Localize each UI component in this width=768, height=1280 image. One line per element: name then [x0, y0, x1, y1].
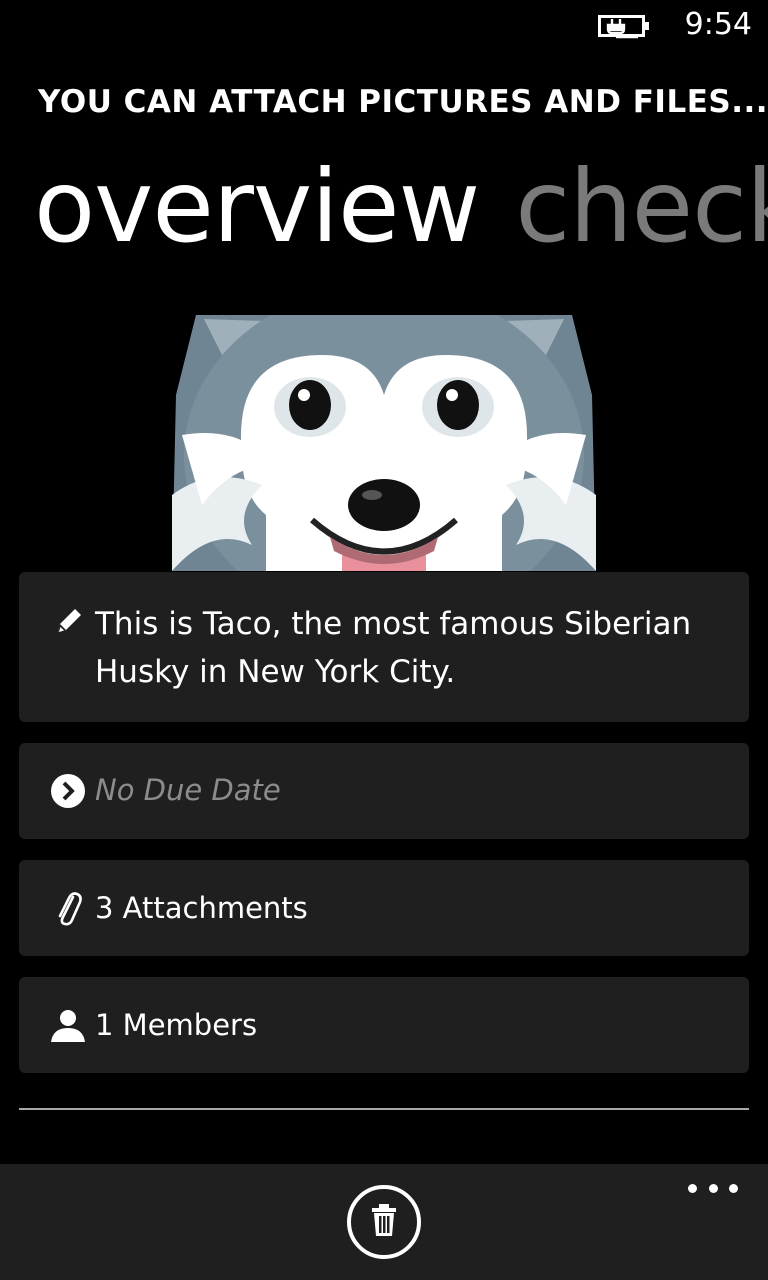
person-icon	[51, 1010, 85, 1042]
due-date-text: No Due Date	[95, 773, 281, 807]
more-options-button[interactable]	[688, 1176, 738, 1200]
members-text: 1 Members	[95, 1008, 258, 1042]
description-text: This is Taco, the most famous Siberian H…	[95, 606, 692, 690]
members-card[interactable]: 1 Members	[19, 977, 749, 1073]
attachments-card[interactable]: 3 Attachments	[19, 860, 749, 956]
status-bar: 9:54	[0, 0, 768, 50]
pivot-tab-overview[interactable]: overview	[34, 152, 480, 262]
trash-icon	[372, 1204, 396, 1236]
description-card[interactable]: This is Taco, the most famous Siberian H…	[19, 572, 749, 722]
delete-button[interactable]	[346, 1184, 422, 1260]
attachments-text: 3 Attachments	[95, 891, 308, 925]
pivot-header: overview check	[34, 152, 768, 262]
husky-image	[172, 315, 596, 571]
divider	[19, 1108, 749, 1110]
pencil-icon	[58, 609, 81, 632]
clock: 9:54	[684, 7, 752, 42]
cover-image[interactable]	[172, 315, 596, 571]
app-bar	[0, 1164, 768, 1280]
ellipsis-dot	[708, 1183, 718, 1193]
page-title: YOU CAN ATTACH PICTURES AND FILES...	[38, 84, 768, 120]
due-date-card[interactable]: No Due Date	[19, 743, 749, 839]
pivot-tab-check[interactable]: check	[515, 152, 768, 262]
ellipsis-dot	[729, 1183, 738, 1193]
battery-charging-icon	[598, 15, 649, 39]
chevron-circle-icon	[51, 774, 85, 808]
ellipsis-icon	[688, 1183, 697, 1193]
paperclip-icon	[58, 892, 82, 926]
